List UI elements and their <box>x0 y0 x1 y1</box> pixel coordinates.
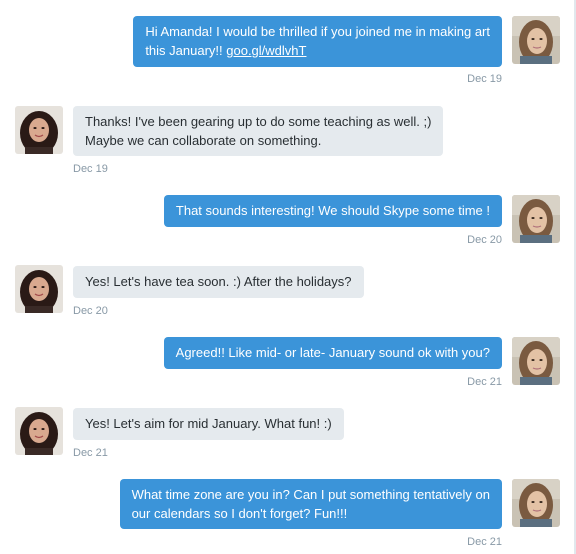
message-timestamp: Dec 21 <box>467 536 502 548</box>
message-text: What time zone are you in? Can I put som… <box>131 487 490 502</box>
message-text: That sounds interesting! We should Skype… <box>175 203 490 218</box>
message-text: Maybe we can collaborate on something. <box>85 133 322 148</box>
message-text-line2: this January!! goo.gl/wdlvhT <box>145 41 490 60</box>
message-timestamp: Dec 20 <box>467 234 502 246</box>
sender-avatar-icon[interactable] <box>512 337 560 385</box>
message-timestamp: Dec 20 <box>73 305 108 317</box>
sender-avatar-icon[interactable] <box>512 16 560 64</box>
recipient-avatar-icon[interactable] <box>15 407 63 455</box>
dm-conversation: Hi Amanda! I would be thrilled if you jo… <box>0 0 576 554</box>
message-text: this January!! <box>145 43 227 58</box>
message-text: Agreed!! Like mid- or late- January soun… <box>175 345 490 360</box>
message-bubble: That sounds interesting! We should Skype… <box>163 195 502 227</box>
message-timestamp: Dec 19 <box>467 73 502 85</box>
message-text: Thanks! I've been gearing up to do some … <box>85 114 432 129</box>
message-timestamp: Dec 21 <box>467 376 502 388</box>
message-bubble: Yes! Let's aim for mid January. What fun… <box>73 408 344 440</box>
sender-avatar-icon[interactable] <box>512 195 560 243</box>
message-link[interactable]: goo.gl/wdlvhT <box>226 43 306 58</box>
message-bubble: What time zone are you in? Can I put som… <box>119 479 502 529</box>
sender-avatar-icon[interactable] <box>512 479 560 527</box>
recipient-avatar-icon[interactable] <box>15 265 63 313</box>
message-timestamp: Dec 21 <box>73 447 108 459</box>
message-text: Yes! Let's aim for mid January. What fun… <box>85 416 332 431</box>
recipient-avatar-icon[interactable] <box>15 106 63 154</box>
message-timestamp: Dec 19 <box>73 163 108 175</box>
message-bubble: Thanks! I've been gearing up to do some … <box>73 106 444 156</box>
message-bubble: Yes! Let's have tea soon. :) After the h… <box>73 266 364 298</box>
message-text: Yes! Let's have tea soon. :) After the h… <box>85 274 352 289</box>
message-bubble: Hi Amanda! I would be thrilled if you jo… <box>133 16 502 67</box>
message-text: our calendars so I don't forget? Fun!!! <box>131 506 348 521</box>
message-bubble: Agreed!! Like mid- or late- January soun… <box>163 337 502 369</box>
message-text: Hi Amanda! I would be thrilled if you jo… <box>145 24 490 39</box>
